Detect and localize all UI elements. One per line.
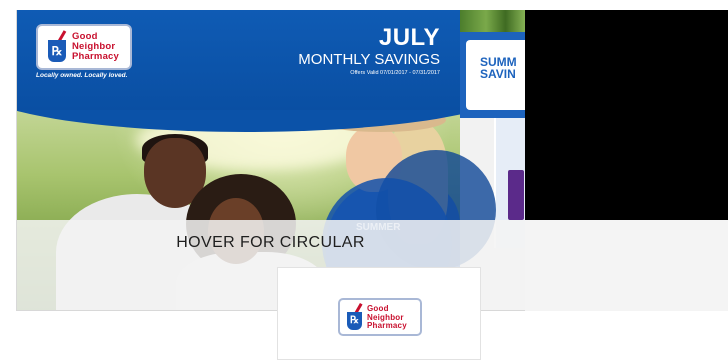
- flyer-month: JULY: [378, 24, 440, 51]
- rx-mortar-icon: ℞: [347, 312, 362, 330]
- logo-wordmark: Good Neighbor Pharmacy: [72, 32, 132, 62]
- page2-title-line-2: SAVIN: [480, 67, 516, 81]
- logo-line-3: Pharmacy: [367, 321, 407, 330]
- logo-line-3: Pharmacy: [72, 51, 120, 62]
- video-panel: [525, 10, 728, 220]
- logo-wordmark: Good Neighbor Pharmacy: [367, 304, 427, 331]
- hover-for-circular-label[interactable]: HOVER FOR CIRCULAR: [16, 234, 525, 252]
- pharmacy-logo-card[interactable]: ℞ Good Neighbor Pharmacy: [277, 267, 481, 360]
- flyer-header: ℞ Good Neighbor Pharmacy Locally owned. …: [16, 10, 460, 110]
- product-image: [508, 170, 524, 220]
- good-neighbor-pharmacy-logo: ℞ Good Neighbor Pharmacy: [338, 298, 422, 336]
- good-neighbor-pharmacy-logo: ℞ Good Neighbor Pharmacy: [36, 24, 132, 70]
- brand-tagline: Locally owned. Locally loved.: [36, 72, 128, 79]
- flyer-headline: MONTHLY SAVINGS: [298, 51, 440, 68]
- summer-label: SUMMER: [356, 222, 401, 233]
- circular-preview[interactable]: ℞ Good Neighbor Pharmacy Locally owned. …: [16, 10, 728, 311]
- page2-title: SUMM SAVIN: [480, 56, 517, 80]
- rx-mortar-icon: ℞: [48, 40, 66, 62]
- offers-valid-dates: Offers Valid 07/01/2017 - 07/31/2017: [350, 70, 440, 76]
- leaves-banner: [460, 10, 525, 32]
